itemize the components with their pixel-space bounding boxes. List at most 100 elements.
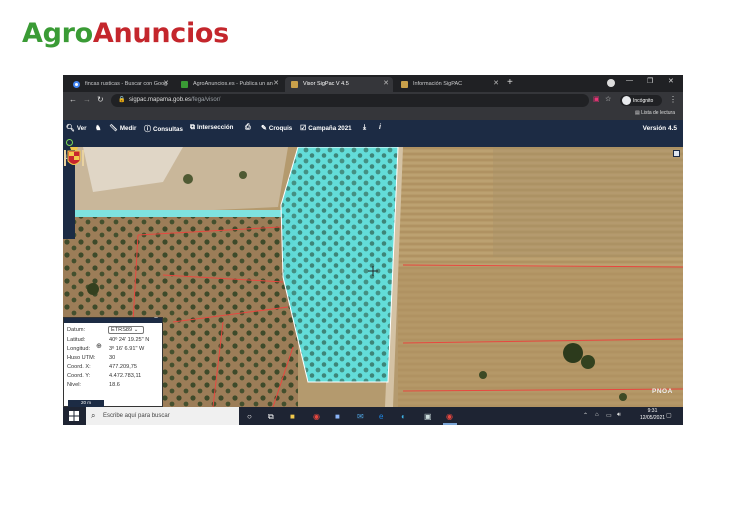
mail-icon[interactable]: ✉ [357,412,364,421]
back-icon[interactable]: ← [69,95,77,104]
agroanuncios-logo: AgroAnuncios [22,18,229,49]
campana-button[interactable]: ☑ Campaña 2021 [300,124,352,132]
restore-icon[interactable]: ❐ [647,77,653,85]
menu-icon[interactable]: ⋮ [669,95,677,104]
tab-label: fincas rusticas - Buscar con Goog [85,81,168,87]
croquis-button[interactable]: ✎ Croquis [261,124,292,132]
clock-time: 9:31 [647,408,658,414]
tab-informacion-sigpac[interactable]: Información SigPAC ✕ [395,77,503,92]
lat-row: Latitud: 40º 24' 19.25" N [67,337,149,343]
app-icon[interactable]: ▣ [424,412,432,421]
map-view[interactable]: 18 − Datum: ETRS89 ⌄ ⊕ Latitud: 40º 24' 1… [63,147,683,407]
info-italic-icon: i [379,124,381,131]
reading-list-button[interactable]: ▤ Lista de lectura [635,110,675,116]
x-row: Coord. X: 477.209,75 [67,364,137,370]
scale-bar: 20 m [68,400,104,407]
consultas-button[interactable]: ⓘ Consultas [144,124,183,134]
bookmarks-bar: ▤ Lista de lectura [63,109,683,120]
datum-label: Datum: [67,327,86,333]
croquis-label: Croquis [268,125,293,132]
sigpac-toolbar: 🔍︎ Ver ♞ 📏︎ Medir ⓘ Consultas ⧉ Intersección… [63,120,683,138]
x-label: Coord. X: [67,364,91,370]
close-icon[interactable]: ✕ [273,79,279,87]
interseccion-button[interactable]: ⧉ Intersección [190,124,233,132]
datum-value: ETRS89 [111,327,133,333]
lock-icon: 🔒 [118,97,126,103]
search-icon: 🔍︎ [66,125,75,132]
download-button[interactable]: ⤓ [363,124,368,132]
ruler-icon: 📏︎ [109,125,118,132]
ver-button[interactable]: 🔍︎ Ver [66,124,87,132]
new-tab-button[interactable]: + [507,77,513,88]
system-clock[interactable]: 9:31 12/05/2021 [640,408,665,422]
notifications-icon[interactable]: ▢ [666,412,672,419]
search-placeholder: Escribe aquí para buscar [103,413,170,419]
volume-icon[interactable]: 🔊︎ [617,412,621,419]
close-window-icon[interactable]: ✕ [668,77,674,85]
streetview-button[interactable]: ♞ [95,124,103,132]
file-explorer-icon[interactable]: ■ [290,412,295,421]
windows-start-icon[interactable] [69,411,79,421]
print-icon: ⎙ [245,124,251,131]
tab-google-search[interactable]: fincas rusticas - Buscar con Goog ✕ [67,77,173,92]
print-button[interactable]: ⎙ [245,124,253,132]
google-icon [73,81,80,88]
nivel-value: 18.6 [109,382,120,388]
nivel-row: Nivel: 18.6 [67,382,120,388]
collapse-icon[interactable]: − [154,315,158,322]
lat-label: Latitud: [67,337,86,343]
panel-header: − [64,315,162,323]
crosshair-icon[interactable]: ⊕ [96,342,102,350]
close-icon[interactable]: ✕ [493,79,499,87]
tray-chevron-icon[interactable]: ⌃ [583,412,588,419]
datum-select[interactable]: ETRS89 ⌄ [108,326,144,334]
address-bar-row: ← → ↻ 🔒 sigpac.mapama.gob.es/fega/visor/… [63,92,683,109]
close-icon[interactable]: ✕ [163,79,169,87]
huso-value: 30 [109,355,116,361]
forward-icon[interactable]: → [83,95,91,104]
network-icon[interactable]: ⌂ [595,412,599,418]
chrome-icon[interactable]: ◉ [313,412,320,421]
windows-taskbar: ⌕ Escribe aquí para buscar ○ ⧉ ■ ◉ ■ ✉ e… [63,407,683,425]
store-icon[interactable]: ■ [335,412,340,421]
task-view-icon[interactable]: ⧉ [268,412,274,422]
location-icon[interactable] [66,139,73,146]
chrome-incognito-icon[interactable]: ◉ [446,412,453,421]
selected-parcel [281,147,398,382]
datum-row: Datum: [67,327,85,333]
star-icon[interactable]: ☆ [605,95,611,103]
version-label: Versión 4.5 [642,125,677,132]
close-icon[interactable]: ✕ [383,79,389,87]
pnoa-watermark: PNOA [652,388,673,395]
url-field[interactable]: 🔒 sigpac.mapama.gob.es/fega/visor/ [111,94,589,107]
clock-date: 12/05/2021 [640,415,666,421]
spain-coat-of-arms-icon [64,147,84,166]
battery-icon[interactable]: ▭ [606,412,612,419]
tab-agroanuncios[interactable]: AgroAnuncios.es - Publica un an ✕ [175,77,283,92]
y-label: Coord. Y: [67,373,91,379]
ie-icon[interactable]: e [379,412,383,421]
coordinates-panel: − Datum: ETRS89 ⌄ ⊕ Latitud: 40º 24' 19.2… [63,315,163,407]
intersect-icon: ⧉ [190,124,195,131]
edge-icon[interactable]: ◐ [401,412,406,421]
screenshot: fincas rusticas - Buscar con Goog ✕ Agro… [63,75,683,425]
layers-toggle-button[interactable] [673,150,680,157]
tab-visor-sigpac[interactable]: Visor SigPac V 4.5 ✕ [285,77,393,92]
blocked-popup-icon[interactable]: ▣ [593,95,600,103]
incognito-badge[interactable]: Incógnito [620,95,662,106]
logo-anuncios: Anuncios [92,18,229,49]
calendar-check-icon: ☑ [300,125,307,132]
reload-icon[interactable]: ↻ [97,95,104,104]
lon-label: Longitud: [67,346,91,352]
medir-label: Medir [119,125,137,132]
cortana-icon[interactable]: ○ [247,412,252,421]
medir-button[interactable]: 📏︎ Medir [109,124,136,132]
reading-list-label: Lista de lectura [641,110,675,116]
tab-label: Visor SigPac V 4.5 [303,81,349,87]
taskbar-search-field[interactable]: ⌕ Escribe aquí para buscar [86,407,239,425]
y-row: Coord. Y: 4.472.783,11 [67,373,141,379]
about-button[interactable]: i [379,124,383,131]
walker-icon: ♞ [95,125,102,132]
minimize-icon[interactable]: — [626,77,633,84]
huso-row: Huso UTM: 30 [67,355,115,361]
